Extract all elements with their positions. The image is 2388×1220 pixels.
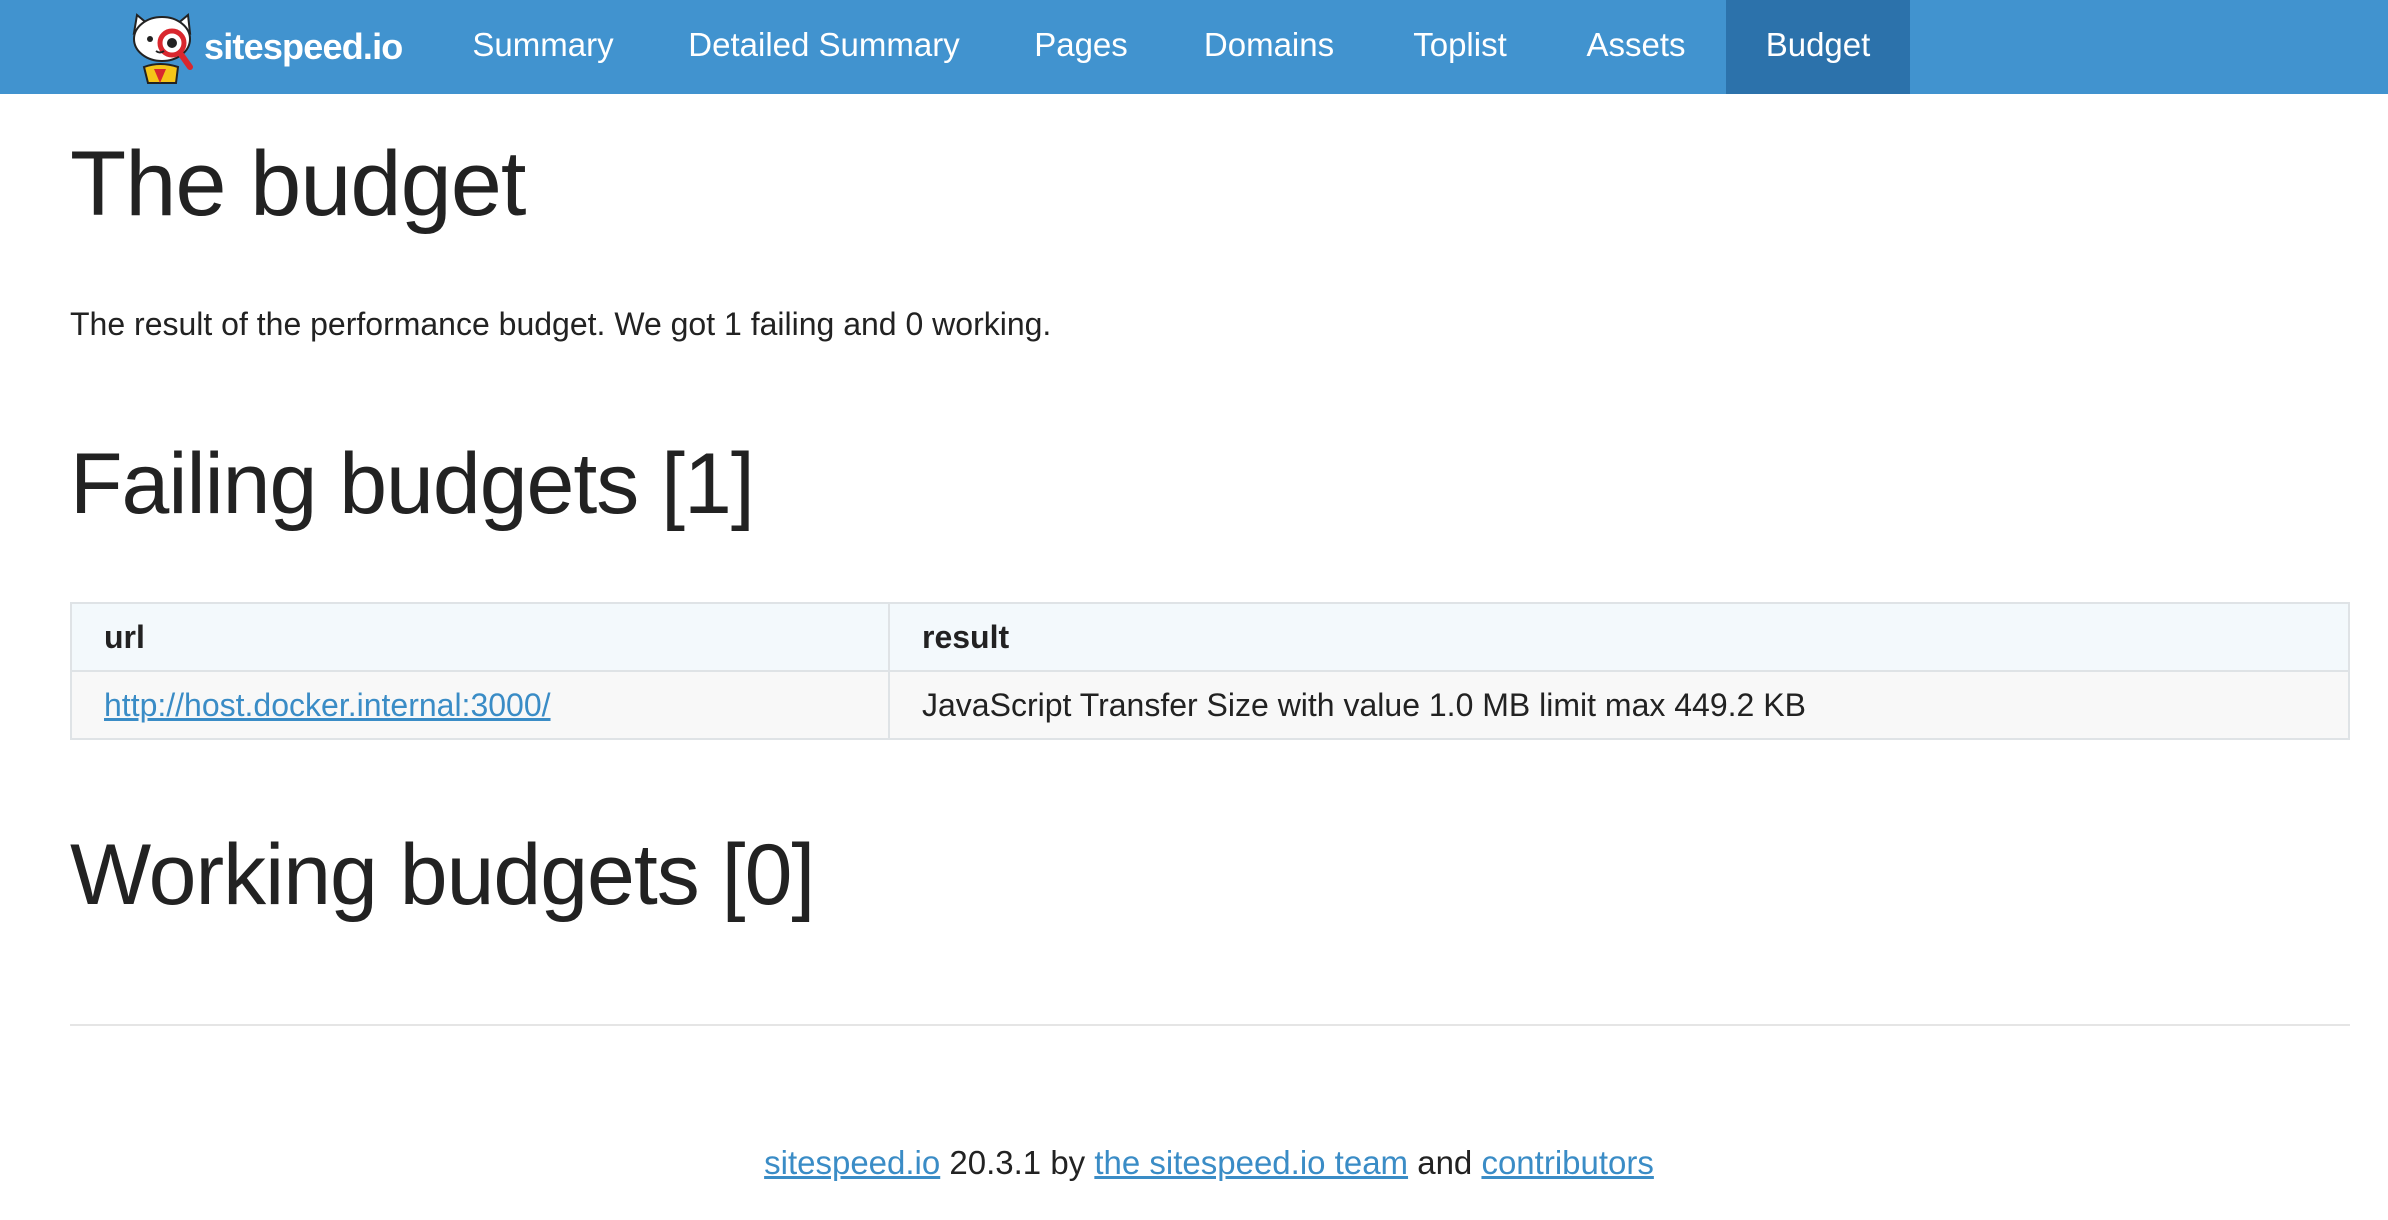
nav-item-summary[interactable]: Summary — [448, 0, 638, 94]
budget-summary-text: The result of the performance budget. We… — [70, 306, 1052, 342]
result-cell: JavaScript Transfer Size with value 1.0 … — [888, 670, 2350, 740]
failing-budgets-heading: Failing budgets [1] — [70, 436, 755, 532]
team-link[interactable]: the sitespeed.io team — [1094, 1144, 1408, 1181]
footer-version-text: 20.3.1 by — [940, 1144, 1095, 1181]
footer-and-text: and — [1408, 1144, 1482, 1181]
working-budgets-heading: Working budgets [0] — [70, 827, 815, 923]
footer: sitespeed.io 20.3.1 by the sitespeed.io … — [0, 1138, 2388, 1188]
footer-divider — [70, 1024, 2350, 1026]
nav-item-toplist[interactable]: Toplist — [1386, 0, 1534, 94]
sitespeed-cat-logo-icon — [132, 13, 193, 84]
brand-link[interactable]: sitespeed.io — [120, 7, 403, 87]
sitespeed-link[interactable]: sitespeed.io — [764, 1144, 940, 1181]
contributors-link[interactable]: contributors — [1481, 1144, 1653, 1181]
nav-item-detailed-summary[interactable]: Detailed Summary — [665, 0, 983, 94]
url-cell: http://host.docker.internal:3000/ — [70, 670, 890, 740]
page-url-link[interactable]: http://host.docker.internal:3000/ — [104, 687, 551, 723]
nav-item-domains[interactable]: Domains — [1180, 0, 1358, 94]
page-title: The budget — [70, 133, 526, 235]
table-header-row: url result — [70, 602, 2350, 672]
column-header-url: url — [70, 602, 890, 672]
nav-item-assets[interactable]: Assets — [1560, 0, 1712, 94]
brand-name: sitespeed.io — [204, 26, 403, 67]
column-header-result: result — [888, 602, 2350, 672]
nav-item-budget[interactable]: Budget — [1726, 0, 1910, 94]
table-row: http://host.docker.internal:3000/ JavaSc… — [70, 670, 2350, 740]
top-navbar: sitespeed.io Summary Detailed Summary Pa… — [0, 0, 2388, 94]
failing-budgets-table: url result http://host.docker.internal:3… — [70, 602, 2350, 740]
nav-item-pages[interactable]: Pages — [1010, 0, 1152, 94]
